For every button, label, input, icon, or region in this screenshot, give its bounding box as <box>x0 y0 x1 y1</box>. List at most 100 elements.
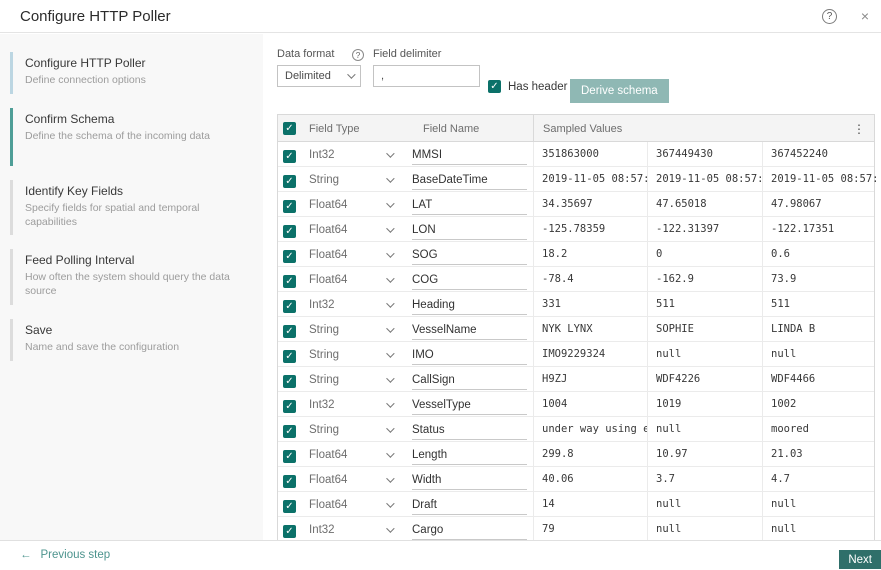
field-name-input[interactable] <box>412 320 527 340</box>
field-type-select[interactable]: String <box>301 349 406 361</box>
sample-value-cell: moored <box>762 417 876 442</box>
field-type-select[interactable]: String <box>301 174 406 186</box>
sample-value-cell: IMO9229324 <box>533 342 647 367</box>
row-checkbox[interactable]: ✓ <box>283 499 296 513</box>
row-checkbox[interactable]: ✓ <box>283 249 296 263</box>
row-checkbox[interactable]: ✓ <box>283 374 296 388</box>
derive-schema-button[interactable]: Derive schema <box>570 79 669 103</box>
field-type-value: Float64 <box>309 248 348 261</box>
configure-http-poller-dialog: Configure HTTP Poller ? × Configure HTTP… <box>0 0 881 570</box>
row-checkbox[interactable]: ✓ <box>283 424 296 438</box>
data-format-select[interactable]: Delimited <box>277 65 361 87</box>
row-checkbox[interactable]: ✓ <box>283 449 296 463</box>
field-type-select[interactable]: Float64 <box>301 474 406 486</box>
sample-value-cell: -125.78359 <box>533 217 647 242</box>
chevron-down-icon <box>386 398 395 408</box>
field-name-input[interactable] <box>412 520 527 540</box>
sidebar-step-configure-http-poller[interactable]: Configure HTTP Poller Define connection o… <box>10 52 263 94</box>
sidebar-step-feed-polling-interval[interactable]: Feed Polling Interval How often the syste… <box>10 249 263 305</box>
sample-value-cell: null <box>647 492 762 517</box>
field-type-value: String <box>309 173 340 186</box>
field-type-select[interactable]: String <box>301 324 406 336</box>
sample-value-cell: 1019 <box>647 392 762 417</box>
row-checkbox[interactable]: ✓ <box>283 274 296 288</box>
field-type-select[interactable]: Float64 <box>301 499 406 511</box>
sidebar-step-save[interactable]: Save Name and save the configuration <box>10 318 263 361</box>
chevron-down-icon <box>386 373 395 383</box>
sidebar-step-confirm-schema[interactable]: Confirm Schema Define the schema of the i… <box>10 108 263 166</box>
has-header-row-checkbox[interactable]: ✓ <box>488 80 501 93</box>
table-row: ✓ Int32 1004 1019 1002 <box>278 392 874 417</box>
field-name-input[interactable] <box>412 145 527 165</box>
field-name-input[interactable] <box>412 270 527 290</box>
data-format-help-icon[interactable]: ? <box>352 49 364 61</box>
row-checkbox[interactable]: ✓ <box>283 224 296 238</box>
field-name-input[interactable] <box>412 295 527 315</box>
previous-step-link[interactable]: ← Previous step <box>20 541 110 570</box>
sample-value-cell: -78.4 <box>533 267 647 292</box>
step-subtitle: Define connection options <box>25 74 146 86</box>
field-name-input[interactable] <box>412 195 527 215</box>
field-delimiter-input[interactable] <box>373 65 480 87</box>
close-icon[interactable]: × <box>861 7 869 25</box>
row-checkbox[interactable]: ✓ <box>283 399 296 413</box>
row-checkbox[interactable]: ✓ <box>283 299 296 313</box>
chevron-down-icon <box>386 298 395 308</box>
field-name-input[interactable] <box>412 245 527 265</box>
select-all-checkbox[interactable]: ✓ <box>283 122 296 135</box>
step-title: Save <box>25 322 53 337</box>
field-type-select[interactable]: Float64 <box>301 274 406 286</box>
table-options-kebab-icon[interactable]: ⋮ <box>844 116 874 142</box>
field-type-select[interactable]: Int32 <box>301 524 406 536</box>
field-type-value: Float64 <box>309 223 348 236</box>
row-checkbox[interactable]: ✓ <box>283 474 296 488</box>
field-name-input[interactable] <box>412 445 527 465</box>
step-subtitle: How often the system should query the da… <box>25 271 230 297</box>
field-type-select[interactable]: Int32 <box>301 299 406 311</box>
field-type-select[interactable]: String <box>301 374 406 386</box>
row-checkbox[interactable]: ✓ <box>283 199 296 213</box>
field-name-input[interactable] <box>412 395 527 415</box>
field-type-value: Float64 <box>309 198 348 211</box>
field-name-input[interactable] <box>412 420 527 440</box>
field-type-select[interactable]: Float64 <box>301 449 406 461</box>
field-type-value: String <box>309 323 340 336</box>
row-checkbox[interactable]: ✓ <box>283 524 296 538</box>
field-name-input[interactable] <box>412 345 527 365</box>
field-name-input[interactable] <box>412 495 527 515</box>
row-checkbox[interactable]: ✓ <box>283 149 296 163</box>
field-name-input[interactable] <box>412 170 527 190</box>
sidebar-step-identify-key-fields[interactable]: Identify Key Fields Specify fields for sp… <box>10 180 263 236</box>
field-type-select[interactable]: Float64 <box>301 249 406 261</box>
sample-value-cell: 79 <box>533 517 647 542</box>
schema-form: Data format Delimited ? Field delimiter … <box>277 48 881 103</box>
chevron-down-icon <box>386 348 395 358</box>
table-row: ✓ Float64 -125.78359 -122.31397 -122.173… <box>278 217 874 242</box>
field-type-select[interactable]: Int32 <box>301 399 406 411</box>
table-row: ✓ String under way using engine null moo… <box>278 417 874 442</box>
field-name-input[interactable] <box>412 370 527 390</box>
field-type-select[interactable]: Float64 <box>301 199 406 211</box>
sample-value-cell: 511 <box>647 292 762 317</box>
field-type-select[interactable]: String <box>301 424 406 436</box>
field-type-select[interactable]: Float64 <box>301 224 406 236</box>
field-type-value: Float64 <box>309 498 348 511</box>
next-button[interactable]: Next <box>839 550 881 569</box>
data-format-label: Data format <box>277 48 335 60</box>
field-delimiter-label: Field delimiter <box>373 48 442 60</box>
step-subtitle: Name and save the configuration <box>25 340 180 353</box>
field-type-header: Field Type <box>309 122 360 135</box>
row-checkbox[interactable]: ✓ <box>283 174 296 188</box>
field-type-value: Float64 <box>309 448 348 461</box>
field-type-select[interactable]: Int32 <box>301 149 406 161</box>
dialog-body: Configure HTTP Poller Define connection o… <box>0 34 881 543</box>
dialog-titlebar: Configure HTTP Poller ? × <box>0 0 881 33</box>
sample-value-cell: under way using engine <box>533 417 647 442</box>
sample-value-cell: null <box>647 517 762 542</box>
sample-value-cell: 3.7 <box>647 467 762 492</box>
row-checkbox[interactable]: ✓ <box>283 349 296 363</box>
help-icon[interactable]: ? <box>822 9 837 24</box>
row-checkbox[interactable]: ✓ <box>283 324 296 338</box>
field-name-input[interactable] <box>412 470 527 490</box>
field-name-input[interactable] <box>412 220 527 240</box>
